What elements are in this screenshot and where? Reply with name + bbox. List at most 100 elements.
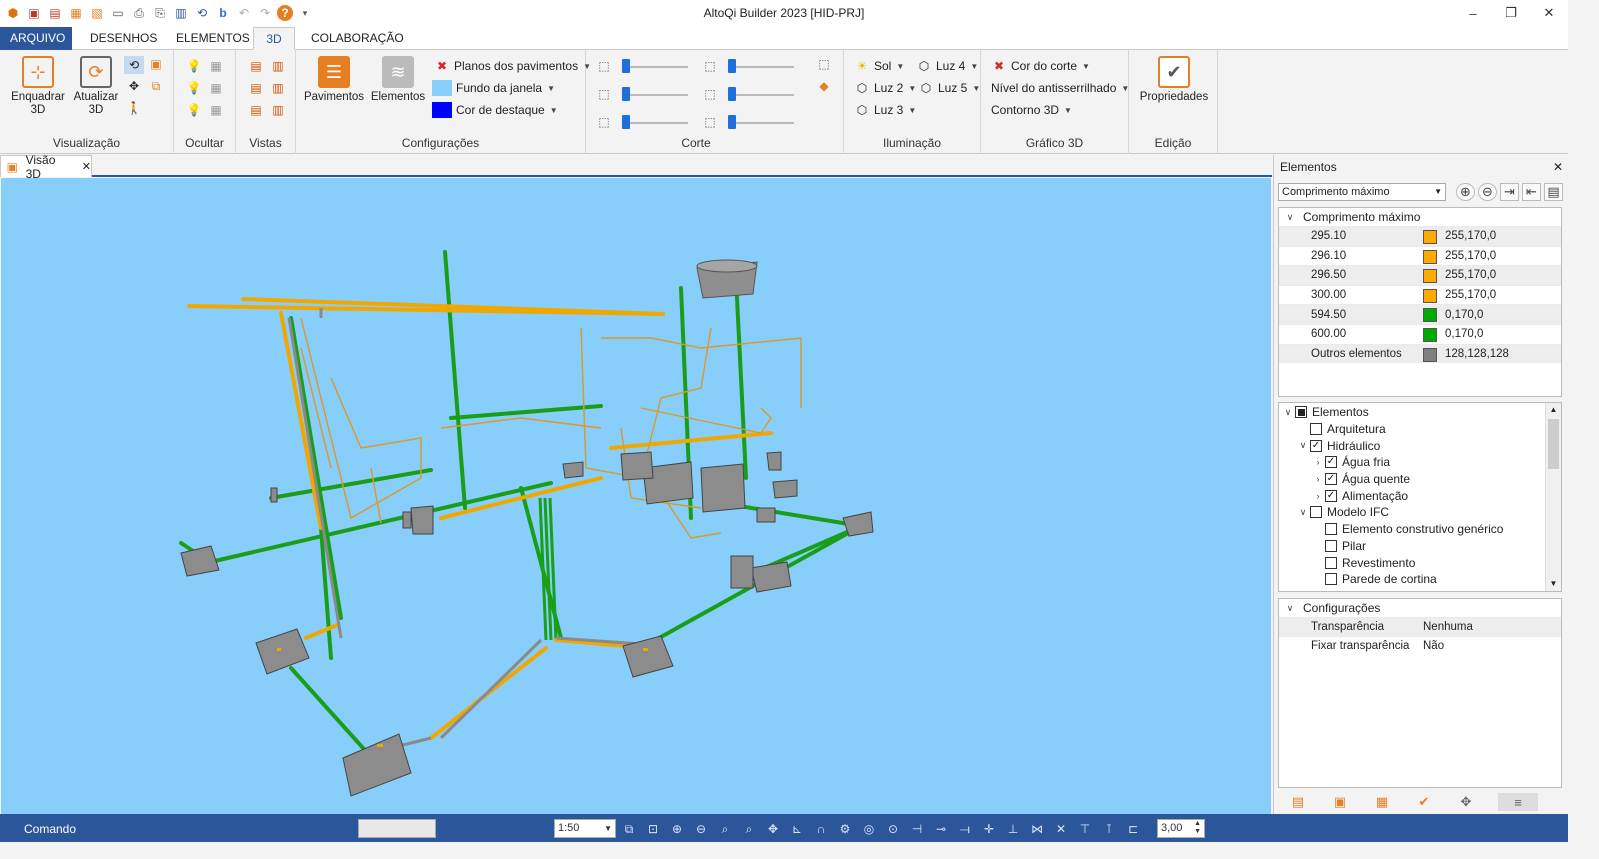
config-row-transparencia[interactable]: Transparência Nenhuma [1279,617,1561,636]
panel-close-icon[interactable]: ✕ [1553,160,1563,174]
hide-grid2-icon[interactable]: ▦ [208,80,224,96]
hide-grid3-icon[interactable]: ▦ [208,102,224,118]
restore-button[interactable]: ❐ [1492,0,1530,26]
line-width-spinner[interactable]: 3,00 ▲ ▼ [1157,819,1205,838]
luz4-button[interactable]: ⬡ Luz 4 ▼ [916,56,979,76]
remove-filter-icon[interactable]: ⊖ [1478,183,1497,201]
3d-model-canvas[interactable] [1,178,1271,814]
cut-z2-slider[interactable] [728,115,794,129]
line-width-icon[interactable]: ⊏ [1124,820,1142,838]
scroll-thumb[interactable] [1548,419,1559,469]
contorno-3d-button[interactable]: Contorno 3D ▼ [991,100,1072,120]
orbit-icon[interactable]: ⟲ [124,56,144,74]
tree-item[interactable]: Revestimento [1279,554,1561,571]
chevron-right-icon[interactable]: › [1311,491,1325,501]
cut-z-icon[interactable]: ⬚ [596,114,612,130]
legend-color-swatch[interactable] [1423,249,1437,264]
legend-row[interactable]: 296.50 255,170,0 [1279,265,1561,285]
cut-y-slider[interactable] [622,87,688,101]
tab-desenhos[interactable]: DESENHOS [80,27,167,50]
snap-midpoint-icon[interactable]: ⊸ [932,820,950,838]
cut-y2-slider[interactable] [728,87,794,101]
panel-tab-window-icon[interactable]: ▣ [1330,793,1350,811]
view-back-icon[interactable]: ▥ [270,58,286,74]
magnet-icon[interactable]: ∩ [812,820,830,838]
zoom-window-icon[interactable]: ▣ [148,56,164,72]
more-icon[interactable]: ▾ [296,4,314,22]
tree-item[interactable]: ∨ Elementos [1279,404,1561,421]
config-row-fixar[interactable]: Fixar transparência Não [1279,636,1561,655]
panel-tab-tree-icon[interactable]: ▦ [1372,793,1392,811]
legend-row[interactable]: 295.10 255,170,0 [1279,226,1561,246]
chevron-down-icon[interactable]: ∨ [1296,507,1310,518]
view-left-icon[interactable]: ▤ [248,80,264,96]
enquadrar-3d-button[interactable]: ⊹ Enquadrar 3D [8,56,68,117]
legend-color-swatch[interactable] [1423,308,1437,323]
add-filter-icon[interactable]: ⊕ [1456,183,1475,201]
export-icon[interactable]: ▭ [109,4,127,22]
sol-button[interactable]: ☀ Sol ▼ [854,56,905,76]
hide-grid-icon[interactable]: ▦ [208,58,224,74]
slider-thumb[interactable] [728,115,736,129]
legend-color-swatch[interactable] [1423,327,1437,342]
legend-color-swatch[interactable] [1423,230,1437,244]
tab-3d[interactable]: 3D [253,27,295,50]
tab-elementos[interactable]: ELEMENTOS [166,27,260,50]
pavimentos-button[interactable]: ☰ Pavimentos [302,56,366,104]
snap-perpendicular-icon[interactable]: ⊥ [1004,820,1022,838]
luz3-button[interactable]: ⬡ Luz 3 ▼ [854,100,917,120]
ortho-icon[interactable]: ⊾ [788,820,806,838]
view-front-icon[interactable]: ▤ [248,58,264,74]
export-filter-icon[interactable]: ⇤ [1522,183,1541,201]
planos-pavimentos-button[interactable]: ✖ Planos dos pavimentos ▼ [434,56,591,76]
tree-item[interactable]: Arquitetura [1279,421,1561,438]
legend-color-swatch[interactable] [1423,288,1437,303]
snap-line-icon[interactable]: ⟞ [956,820,974,838]
slider-thumb[interactable] [622,59,630,73]
tab-colaboracao[interactable]: COLABORAÇÃO [301,27,414,50]
app-logo-icon[interactable]: ⬢ [4,4,22,22]
tree-checkbox[interactable] [1325,573,1337,586]
cut-y2-icon[interactable]: ⬚ [702,86,718,102]
legend-row[interactable]: 600.00 0,170,0 [1279,323,1561,344]
cut-z-slider[interactable] [622,115,688,129]
report-icon[interactable]: ▥ [172,4,190,22]
hide-light2-icon[interactable]: 💡 [186,80,202,96]
filter-combo[interactable]: Comprimento máximo ▼ [1278,183,1446,201]
print-icon[interactable]: ⎙ [130,4,148,22]
save-as-icon[interactable]: ▧ [88,4,106,22]
cor-destaque-button[interactable]: Cor de destaque ▼ [432,100,558,120]
filter-settings-icon[interactable]: ▤ [1544,183,1563,201]
legend-color-swatch[interactable] [1423,269,1437,284]
config-header[interactable]: ∨ Configurações [1279,599,1561,617]
tab-arquivo[interactable]: ARQUIVO [0,27,72,50]
view-right-icon[interactable]: ▥ [270,80,286,96]
antisserrilhado-button[interactable]: Nível do antisserrilhado ▼ [991,78,1129,98]
print-preview-icon[interactable]: ⎘ [151,4,169,22]
elementos-button[interactable]: ≋ Elementos [368,56,428,104]
legend-row[interactable]: Outros elementos 128,128,128 [1279,343,1561,364]
slider-thumb[interactable] [622,115,630,129]
document-tab-close-icon[interactable]: ✕ [82,160,91,173]
slider-thumb[interactable] [622,87,630,101]
tree-item[interactable]: ∨ Hidráulico [1279,437,1561,454]
hide-light-icon[interactable]: 💡 [186,58,202,74]
help-icon[interactable]: ? [277,5,293,21]
panel-tab-layers-icon[interactable]: ≡ [1498,793,1538,811]
tree-checkbox[interactable] [1310,439,1322,452]
tree-checkbox[interactable] [1325,523,1337,536]
cut-x-slider[interactable] [622,59,688,73]
tree-item[interactable]: ∨ Modelo IFC [1279,504,1561,521]
tree-checkbox[interactable] [1325,489,1337,502]
zoom-extents-icon[interactable]: ⧉ [148,78,164,94]
legend-row[interactable]: 594.50 0,170,0 [1279,304,1561,324]
save-icon[interactable]: ▦ [67,4,85,22]
tree-checkbox[interactable] [1310,506,1322,519]
cut-y-icon[interactable]: ⬚ [596,86,612,102]
scroll-up-icon[interactable]: ▲ [1546,403,1561,417]
spinner-arrows-icon[interactable]: ▲ ▼ [1194,820,1201,836]
chevron-down-icon[interactable]: ∨ [1281,407,1295,418]
legend-color-swatch[interactable] [1423,347,1437,362]
cut-x2-slider[interactable] [728,59,794,73]
tree-checkbox[interactable] [1295,406,1307,419]
